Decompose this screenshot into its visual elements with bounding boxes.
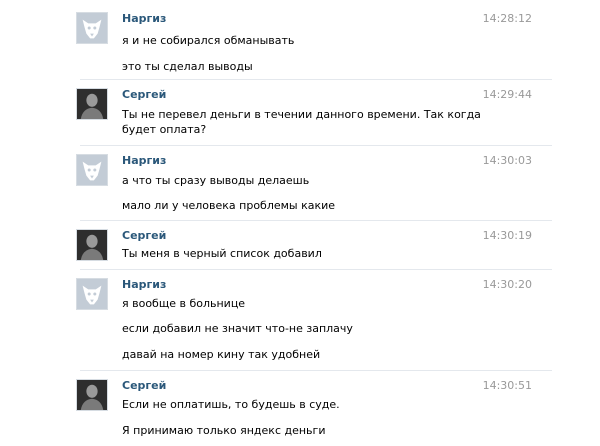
- message-text: Ты не перевел деньги в течении данного в…: [122, 108, 481, 136]
- message-author[interactable]: Сергей: [122, 229, 166, 242]
- dog-avatar-icon: [77, 279, 107, 309]
- message-divider: [80, 269, 552, 270]
- message-text: мало ли у человека проблемы какие: [122, 199, 336, 212]
- user-photo-avatar[interactable]: [76, 229, 108, 261]
- message-text: Я принимаю только яндекс деньги: [122, 424, 326, 437]
- message-divider: [80, 79, 552, 80]
- dog-avatar-icon: [77, 13, 107, 43]
- message-text: если добавил не значит что-не заплачу: [122, 322, 353, 335]
- message-text: Ты меня в черный список добавил: [122, 247, 322, 260]
- message-divider: [80, 370, 552, 371]
- message-author[interactable]: Наргиз: [122, 278, 166, 291]
- dog-avatar-icon[interactable]: [76, 154, 108, 186]
- message-text: я вообще в больнице: [122, 297, 246, 310]
- message-text: а что ты сразу выводы делаешь: [122, 174, 310, 187]
- message-author[interactable]: Наргиз: [122, 154, 166, 167]
- dog-avatar-icon[interactable]: [76, 12, 108, 44]
- message-author[interactable]: Сергей: [122, 88, 166, 101]
- user-photo-avatar[interactable]: [76, 88, 108, 120]
- message-timestamp: 14:30:03: [482, 154, 532, 167]
- message-text: давай на номер кину так удобней: [122, 348, 321, 361]
- message-timestamp: 14:28:12: [482, 12, 532, 25]
- message-author[interactable]: Наргиз: [122, 12, 166, 25]
- user-photo-avatar[interactable]: [76, 379, 108, 411]
- dog-avatar-icon[interactable]: [76, 278, 108, 310]
- user-photo-avatar: [77, 380, 107, 410]
- user-photo-avatar: [77, 230, 107, 260]
- user-photo-avatar: [77, 89, 107, 119]
- message-text: это ты сделал выводы: [122, 60, 253, 73]
- message-text: Если не оплатишь, то будешь в суде.: [122, 398, 340, 411]
- message-timestamp: 14:30:20: [482, 278, 532, 291]
- dog-avatar-icon: [77, 155, 107, 185]
- message-divider: [80, 220, 552, 221]
- message-history: Наргиз 14:28:12 я и не собирался обманыв…: [0, 0, 600, 446]
- message-timestamp: 14:30:51: [482, 379, 532, 392]
- message-timestamp: 14:29:44: [482, 88, 532, 101]
- message-divider: [80, 145, 552, 146]
- message-text: я и не собирался обманывать: [122, 34, 295, 47]
- message-timestamp: 14:30:19: [482, 229, 532, 242]
- message-author[interactable]: Сергей: [122, 379, 166, 392]
